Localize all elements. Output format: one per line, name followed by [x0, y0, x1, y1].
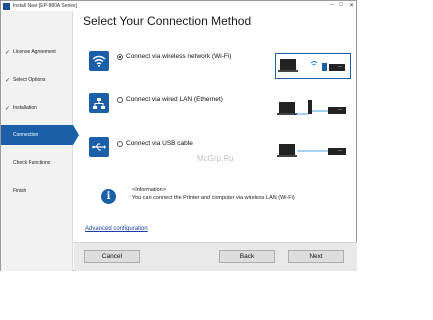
maximize-button[interactable]: □ — [339, 2, 343, 9]
step-label: Finish — [13, 188, 27, 194]
usb-option[interactable]: Connect via USB cable — [117, 140, 193, 147]
wifi-radio[interactable] — [117, 53, 123, 60]
wifi-icon — [89, 51, 109, 71]
check-icon: ✓ — [5, 49, 11, 56]
step-label: Check Functions — [13, 160, 51, 166]
lan-option-label: Connect via wired LAN (Ethernet) — [126, 96, 223, 103]
usb-radio[interactable] — [117, 140, 123, 147]
close-button[interactable]: ✕ — [349, 2, 354, 9]
page-title: Select Your Connection Method — [83, 14, 252, 28]
check-icon: ✓ — [5, 77, 11, 84]
advanced-configuration-link[interactable]: Advanced configuration — [85, 226, 148, 232]
step-connection: Connection — [1, 125, 79, 145]
minimize-button[interactable]: – — [330, 2, 333, 9]
back-button[interactable]: Back — [219, 250, 275, 263]
step-finish: Finish — [1, 181, 73, 201]
window-controls: – □ ✕ — [330, 2, 354, 9]
step-label: Select Options — [13, 77, 46, 83]
steps-sidebar: ✓ License Agreement ✓ Select Options ✓ I… — [1, 11, 79, 271]
title-bar: Install Navi [EP-880A Series] – □ ✕ — [1, 1, 356, 11]
lan-radio[interactable] — [117, 96, 123, 103]
window-title: Install Navi [EP-880A Series] — [13, 3, 77, 9]
next-button[interactable]: Next — [288, 250, 344, 263]
step-installation: ✓ Installation — [1, 98, 73, 118]
step-label: License Agreement — [13, 49, 56, 55]
lan-connection-illustration — [275, 96, 351, 122]
usb-connection-illustration — [275, 139, 351, 165]
usb-icon — [89, 137, 109, 157]
usb-option-label: Connect via USB cable — [126, 140, 193, 147]
installer-window: Install Navi [EP-880A Series] – □ ✕ ✓ Li… — [0, 0, 357, 271]
lan-icon — [89, 93, 109, 113]
info-title: <Information> — [132, 187, 166, 193]
step-check-functions: Check Functions — [1, 153, 73, 173]
step-label: Installation — [13, 105, 37, 111]
watermark: McGrp.Ru — [197, 154, 234, 163]
footer-bar: Cancel Back Next — [74, 242, 357, 271]
lan-option[interactable]: Connect via wired LAN (Ethernet) — [117, 96, 223, 103]
check-icon: ✓ — [5, 105, 11, 112]
cancel-button[interactable]: Cancel — [84, 250, 140, 263]
info-text: You can connect the Printer and computer… — [132, 195, 295, 201]
wifi-connection-illustration — [275, 53, 351, 79]
info-icon: i — [101, 189, 116, 204]
step-select-options: ✓ Select Options — [1, 70, 73, 90]
app-icon — [3, 2, 10, 10]
wifi-option[interactable]: Connect via wireless network (Wi-Fi) — [117, 53, 231, 60]
wifi-option-label: Connect via wireless network (Wi-Fi) — [126, 53, 232, 60]
step-license-agreement: ✓ License Agreement — [1, 42, 73, 62]
step-label: Connection — [13, 132, 39, 138]
